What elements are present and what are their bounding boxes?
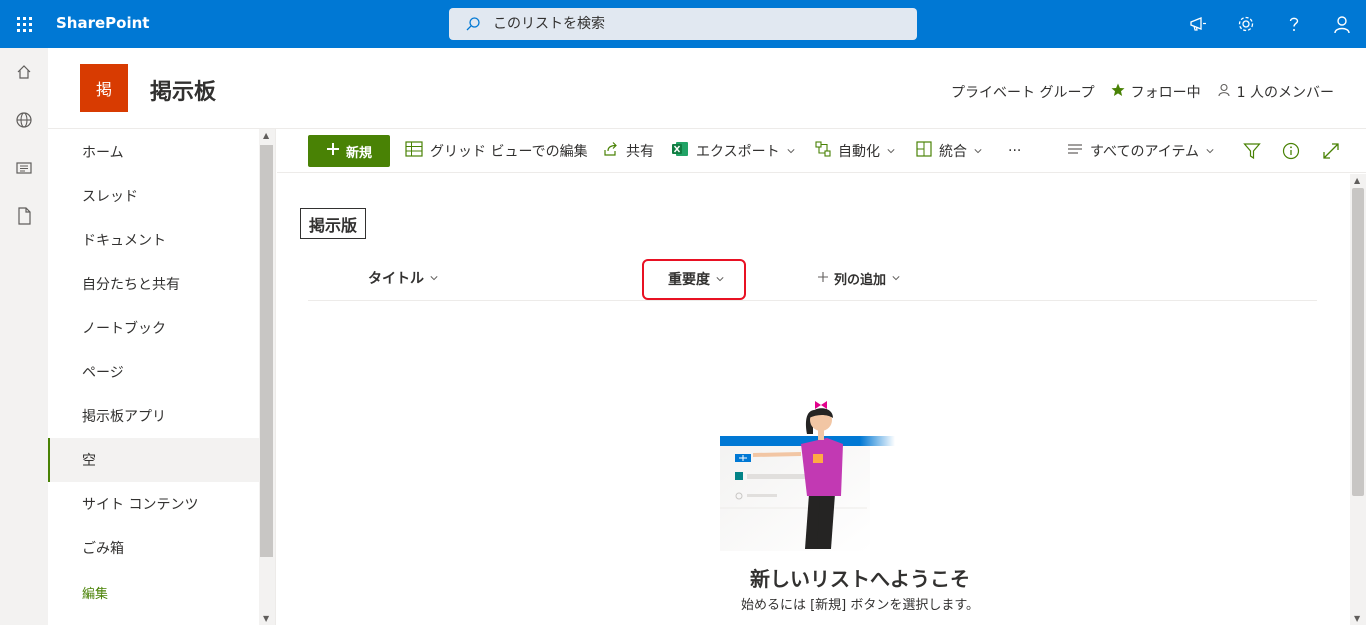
follow-button[interactable]: フォロー中 xyxy=(1111,82,1201,102)
site-header: 掲 掲示板 プライベート グループ フォロー中 1 人のメンバー xyxy=(48,48,1366,129)
plus-icon xyxy=(326,142,340,160)
megaphone-icon[interactable] xyxy=(1174,0,1222,48)
grid-icon xyxy=(405,141,423,161)
new-label: 新規 xyxy=(345,145,372,161)
scroll-thumb[interactable] xyxy=(260,145,273,557)
share-button[interactable]: 共有 xyxy=(603,135,654,167)
nav-scrollbar[interactable]: ▲ ▼ xyxy=(259,129,275,625)
nav-item-empty[interactable]: 空 xyxy=(48,438,259,482)
view-label: すべてのアイテム xyxy=(1090,144,1200,160)
members-label: 1 人のメンバー xyxy=(1236,85,1334,101)
brand-link[interactable]: SharePoint xyxy=(56,14,149,32)
chevron-down-icon xyxy=(1206,149,1214,154)
scroll-up-icon[interactable]: ▲ xyxy=(263,131,269,140)
expand-icon[interactable] xyxy=(1322,135,1340,167)
info-icon[interactable] xyxy=(1282,135,1300,167)
nav-item-notebook[interactable]: ノートブック xyxy=(48,306,259,350)
gear-icon[interactable] xyxy=(1222,0,1270,48)
add-column-label: 列の追加 xyxy=(834,272,887,288)
automate-label: 自動化 xyxy=(838,144,880,160)
nav-item-shared-with-us[interactable]: 自分たちと共有 xyxy=(48,262,259,306)
integrate-icon xyxy=(916,141,932,161)
scroll-up-icon[interactable]: ▲ xyxy=(1354,176,1360,185)
column-header-importance[interactable]: 重要度 xyxy=(668,259,724,299)
list-title[interactable]: 掲示版 xyxy=(300,208,367,239)
scroll-down-icon[interactable]: ▼ xyxy=(1354,614,1360,623)
app-rail xyxy=(0,48,48,625)
chevron-down-icon xyxy=(716,277,724,282)
chevron-down-icon xyxy=(887,149,895,154)
document-icon[interactable] xyxy=(0,192,48,240)
share-icon xyxy=(603,141,619,161)
plus-icon xyxy=(818,271,828,286)
members-button[interactable]: 1 人のメンバー xyxy=(1217,82,1334,102)
scroll-thumb[interactable] xyxy=(1352,188,1364,496)
nav-item-site-contents[interactable]: サイト コンテンツ xyxy=(48,482,259,526)
view-selector[interactable]: すべてのアイテム xyxy=(1067,135,1214,167)
scroll-down-icon[interactable]: ▼ xyxy=(263,614,269,623)
help-icon[interactable] xyxy=(1270,0,1318,48)
empty-state-title: 新しいリストへようこそ xyxy=(750,567,970,591)
search-box[interactable] xyxy=(449,8,917,40)
chevron-down-icon xyxy=(787,149,795,154)
home-icon[interactable] xyxy=(0,48,48,96)
more-button[interactable]: ··· xyxy=(1008,135,1021,167)
column-header-title[interactable]: タイトル xyxy=(368,258,438,298)
nav-item-documents[interactable]: ドキュメント xyxy=(48,218,259,262)
share-label: 共有 xyxy=(626,144,654,160)
suite-bar: SharePoint xyxy=(0,0,1366,48)
search-icon xyxy=(465,16,481,36)
column-title-label: タイトル xyxy=(368,271,424,287)
add-column-button[interactable]: 列の追加 xyxy=(818,258,900,298)
nav-edit-link[interactable]: 編集 xyxy=(48,570,259,614)
nav-item-pages[interactable]: ページ xyxy=(48,350,259,394)
waffle-icon xyxy=(16,16,32,32)
empty-state-subtitle: 始めるには [新規] ボタンを選択します。 xyxy=(740,598,980,613)
content-scrollbar[interactable]: ▲ ▼ xyxy=(1350,174,1366,625)
group-type-label: プライベート グループ xyxy=(951,85,1095,101)
empty-list-illustration xyxy=(720,401,895,551)
news-icon[interactable] xyxy=(0,144,48,192)
new-button[interactable]: 新規 xyxy=(308,135,390,167)
person-icon[interactable] xyxy=(1318,0,1366,48)
app-launcher-button[interactable] xyxy=(0,0,48,48)
chevron-down-icon xyxy=(430,276,438,281)
export-label: エクスポート xyxy=(696,144,780,160)
site-title[interactable]: 掲示板 xyxy=(150,74,216,106)
excel-icon xyxy=(671,141,689,161)
automate-button[interactable]: 自動化 xyxy=(815,135,895,167)
export-button[interactable]: エクスポート xyxy=(671,135,795,167)
view-list-icon xyxy=(1067,142,1083,160)
automate-icon xyxy=(815,141,831,161)
command-bar: 新規 グリッド ビューでの編集 共有 エクスポート 自動化 統合 ··· すべて… xyxy=(277,129,1366,173)
star-icon xyxy=(1111,83,1125,101)
chevron-down-icon xyxy=(974,149,982,154)
grid-edit-label: グリッド ビューでの編集 xyxy=(430,144,588,160)
follow-label: フォロー中 xyxy=(1130,85,1201,101)
integrate-label: 統合 xyxy=(939,144,967,160)
column-importance-label: 重要度 xyxy=(668,272,710,288)
nav-item-recycle-bin[interactable]: ごみ箱 xyxy=(48,526,259,570)
integrate-button[interactable]: 統合 xyxy=(916,135,982,167)
nav-item-threads[interactable]: スレッド xyxy=(48,174,259,218)
more-icon: ··· xyxy=(1008,143,1022,159)
chevron-down-icon xyxy=(892,276,900,281)
header-divider xyxy=(308,300,1317,301)
nav-item-home[interactable]: ホーム xyxy=(48,130,259,174)
site-navigation: ホーム スレッド ドキュメント 自分たちと共有 ノートブック ページ 掲示板アプ… xyxy=(48,129,276,625)
nav-item-board-app[interactable]: 掲示板アプリ xyxy=(48,394,259,438)
person-icon xyxy=(1217,83,1231,101)
site-logo[interactable]: 掲 xyxy=(80,64,128,112)
globe-icon[interactable] xyxy=(0,96,48,144)
list-content: 掲示版 タイトル 重要度 列の追加 新しいリストへようこそ 始めるには [新規]… xyxy=(277,174,1350,625)
search-input[interactable] xyxy=(493,8,893,40)
filter-icon[interactable] xyxy=(1243,135,1261,167)
grid-edit-button[interactable]: グリッド ビューでの編集 xyxy=(405,135,588,167)
